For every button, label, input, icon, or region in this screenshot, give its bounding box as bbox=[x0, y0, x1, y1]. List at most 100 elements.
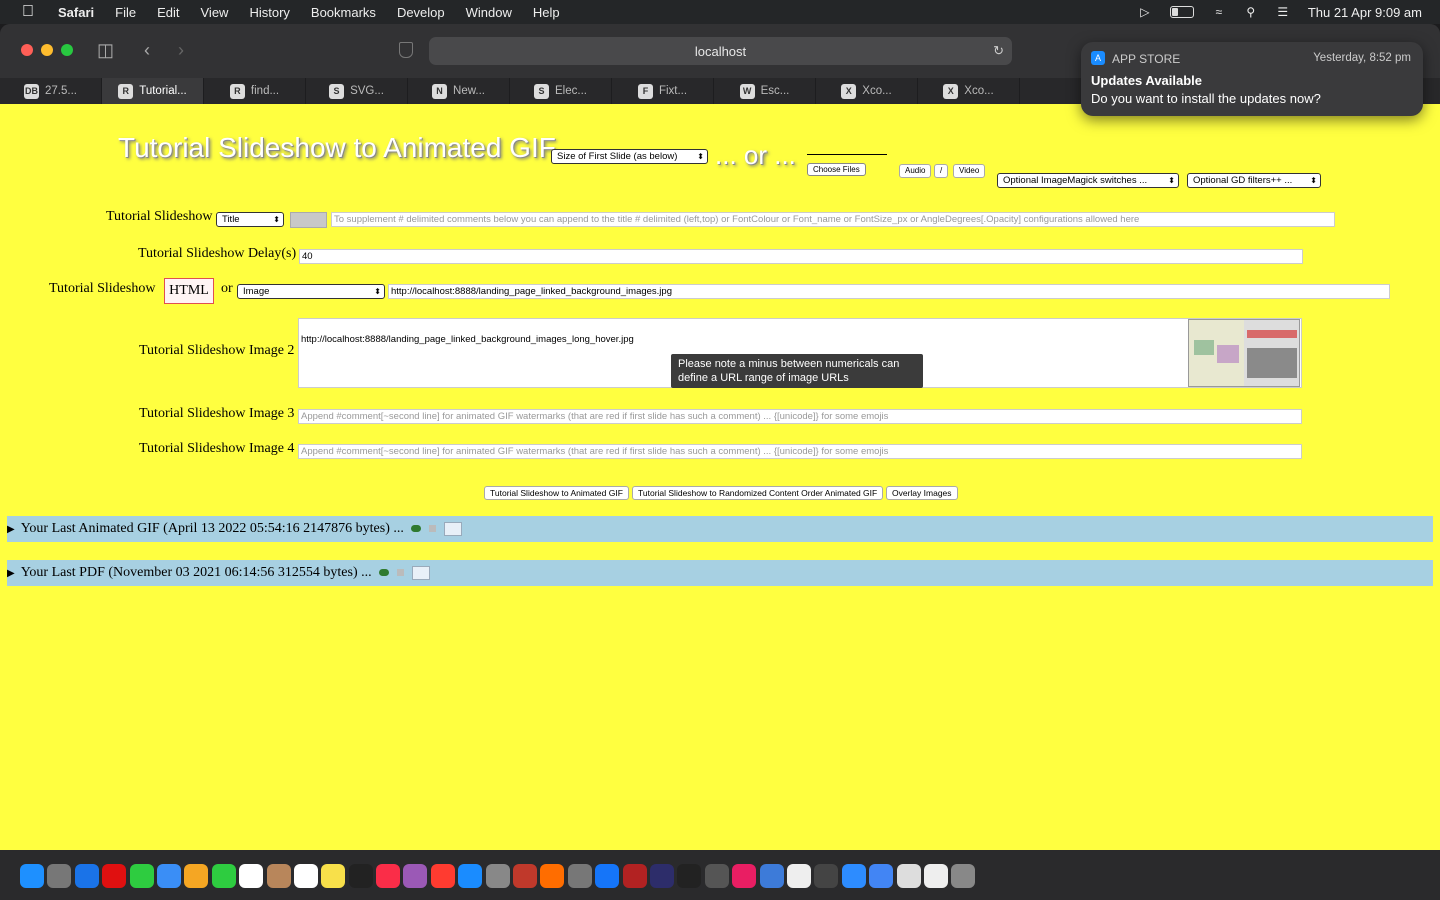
calculator-icon[interactable] bbox=[567, 864, 592, 888]
menu-app-safari[interactable]: Safari bbox=[58, 5, 94, 20]
browser-tab[interactable]: R Tutorial... bbox=[102, 78, 204, 104]
privacy-shield-icon[interactable] bbox=[399, 42, 413, 58]
calendar-icon[interactable] bbox=[239, 864, 264, 888]
launchpad-icon[interactable] bbox=[47, 864, 72, 888]
last-gif-details[interactable]: ▶ Your Last Animated GIF (April 13 2022 0… bbox=[7, 516, 1433, 542]
small-square-icon[interactable] bbox=[397, 569, 405, 577]
bbedit-icon[interactable] bbox=[649, 864, 674, 888]
gd-filters-select[interactable]: Optional GD filters++ ... bbox=[1187, 173, 1321, 188]
browser-tab[interactable]: F Fixt... bbox=[612, 78, 714, 104]
apple-icon[interactable]:  bbox=[22, 3, 40, 21]
minimize-window-button[interactable] bbox=[41, 44, 53, 56]
zoom-window-button[interactable] bbox=[61, 44, 73, 56]
zoom-icon[interactable] bbox=[841, 864, 866, 888]
textedit-icon[interactable] bbox=[786, 864, 811, 888]
image4-url-input[interactable]: Append #comment[~second line] for animat… bbox=[298, 444, 1302, 459]
xcode-icon[interactable] bbox=[595, 864, 620, 888]
green-pill-icon[interactable] bbox=[379, 569, 390, 577]
opera-icon[interactable] bbox=[102, 864, 127, 888]
menu-history[interactable]: History bbox=[249, 5, 289, 20]
back-icon[interactable]: ‹ bbox=[144, 40, 150, 61]
terminal-icon[interactable] bbox=[677, 864, 702, 888]
script-icon[interactable] bbox=[896, 864, 921, 888]
randomized-gif-button[interactable]: Tutorial Slideshow to Randomized Content… bbox=[632, 486, 884, 500]
address-bar[interactable]: localhost ↻ bbox=[429, 37, 1012, 65]
close-window-button[interactable] bbox=[21, 44, 33, 56]
browser-tab[interactable]: W Esc... bbox=[714, 78, 816, 104]
imagemagick-select[interactable]: Optional ImageMagick switches ... bbox=[997, 173, 1179, 188]
intellij-icon[interactable] bbox=[732, 864, 757, 888]
browser-tab[interactable]: X Xco... bbox=[816, 78, 918, 104]
appletv-icon[interactable] bbox=[348, 864, 373, 888]
email-icon[interactable] bbox=[444, 521, 463, 536]
news-icon[interactable] bbox=[430, 864, 455, 888]
to-animated-gif-button[interactable]: Tutorial Slideshow to Animated GIF bbox=[484, 486, 629, 500]
green-pill-icon[interactable] bbox=[411, 525, 422, 533]
menu-bookmarks[interactable]: Bookmarks bbox=[311, 5, 376, 20]
podcasts-icon[interactable] bbox=[403, 864, 428, 888]
music-icon[interactable] bbox=[376, 864, 401, 888]
slide1-type-select[interactable]: Image bbox=[237, 284, 385, 299]
menu-view[interactable]: View bbox=[201, 5, 229, 20]
folder-icon[interactable] bbox=[951, 864, 976, 888]
title-config-input[interactable]: To supplement # delimited comments below… bbox=[331, 212, 1335, 227]
slash-button[interactable]: / bbox=[934, 164, 949, 178]
finder-icon[interactable] bbox=[20, 864, 44, 888]
filezilla-icon[interactable] bbox=[622, 864, 647, 888]
mail-icon[interactable] bbox=[156, 864, 181, 888]
control-center-icon[interactable]: ☰ bbox=[1276, 5, 1290, 19]
browser-tab[interactable]: S SVG... bbox=[306, 78, 408, 104]
search-icon[interactable]: ⚲ bbox=[1244, 5, 1258, 19]
messages-icon[interactable] bbox=[129, 864, 154, 888]
contacts-icon[interactable] bbox=[266, 864, 291, 888]
gimp-icon[interactable] bbox=[704, 864, 729, 888]
last-pdf-details[interactable]: ▶ Your Last PDF (November 03 2021 06:14:5… bbox=[7, 560, 1433, 586]
slide1-url-input[interactable]: http://localhost:8888/landing_page_linke… bbox=[388, 284, 1390, 299]
app-store-notification[interactable]: A APP STORE Yesterday, 8:52 pm Updates A… bbox=[1081, 42, 1423, 116]
delay-input[interactable]: 40 bbox=[299, 249, 1303, 264]
safari-icon[interactable] bbox=[74, 864, 99, 888]
title-select[interactable]: Title bbox=[216, 212, 284, 227]
menu-help[interactable]: Help bbox=[533, 5, 560, 20]
small-square-icon[interactable] bbox=[429, 525, 437, 533]
email-icon[interactable] bbox=[412, 565, 431, 580]
settings-icon[interactable] bbox=[485, 864, 510, 888]
appstore-icon[interactable] bbox=[458, 864, 483, 888]
browser-tab[interactable]: X Xco... bbox=[918, 78, 1020, 104]
reminders-icon[interactable] bbox=[293, 864, 318, 888]
preview-icon[interactable] bbox=[759, 864, 784, 888]
disclosure-triangle-icon[interactable]: ▶ bbox=[7, 517, 15, 543]
firefox-icon[interactable] bbox=[540, 864, 565, 888]
notes-icon[interactable] bbox=[321, 864, 346, 888]
menu-develop[interactable]: Develop bbox=[397, 5, 445, 20]
photos-icon[interactable] bbox=[184, 864, 209, 888]
wifi-icon[interactable]: ≈ bbox=[1212, 5, 1226, 19]
size-select[interactable]: Size of First Slide (as below) bbox=[551, 149, 708, 164]
sidebar-toggle-icon[interactable]: ◫ bbox=[97, 40, 114, 61]
pinwheel-icon[interactable] bbox=[513, 864, 538, 888]
color-swatch[interactable] bbox=[290, 212, 327, 228]
browser-tab[interactable]: S Elec... bbox=[510, 78, 612, 104]
browser-tab[interactable]: N New... bbox=[408, 78, 510, 104]
overlay-images-button[interactable]: Overlay Images bbox=[886, 486, 958, 500]
menu-window[interactable]: Window bbox=[466, 5, 512, 20]
pages-icon[interactable] bbox=[923, 864, 948, 888]
browser-tab[interactable]: DB 27.5... bbox=[0, 78, 102, 104]
play-icon[interactable]: ▷ bbox=[1138, 5, 1152, 19]
facetime-icon[interactable] bbox=[211, 864, 236, 888]
reload-icon[interactable]: ↻ bbox=[993, 43, 1004, 59]
disclosure-triangle-icon[interactable]: ▶ bbox=[7, 561, 15, 587]
menu-edit[interactable]: Edit bbox=[157, 5, 179, 20]
video-button[interactable]: Video bbox=[953, 164, 986, 178]
choose-files-button[interactable]: Choose Files bbox=[807, 163, 866, 176]
audio-button[interactable]: Audio bbox=[899, 164, 932, 178]
html-button[interactable]: HTML bbox=[164, 278, 214, 304]
forward-icon[interactable]: › bbox=[178, 40, 184, 61]
browser-tab[interactable]: Rfind... bbox=[204, 78, 306, 104]
menu-clock[interactable]: Thu 21 Apr 9:09 am bbox=[1308, 5, 1422, 20]
battery-icon[interactable] bbox=[1169, 6, 1194, 18]
menu-file[interactable]: File bbox=[115, 5, 136, 20]
chrome-icon[interactable] bbox=[869, 864, 894, 888]
image3-url-input[interactable]: Append #comment[~second line] for animat… bbox=[298, 409, 1302, 424]
tool-icon[interactable] bbox=[814, 864, 839, 888]
